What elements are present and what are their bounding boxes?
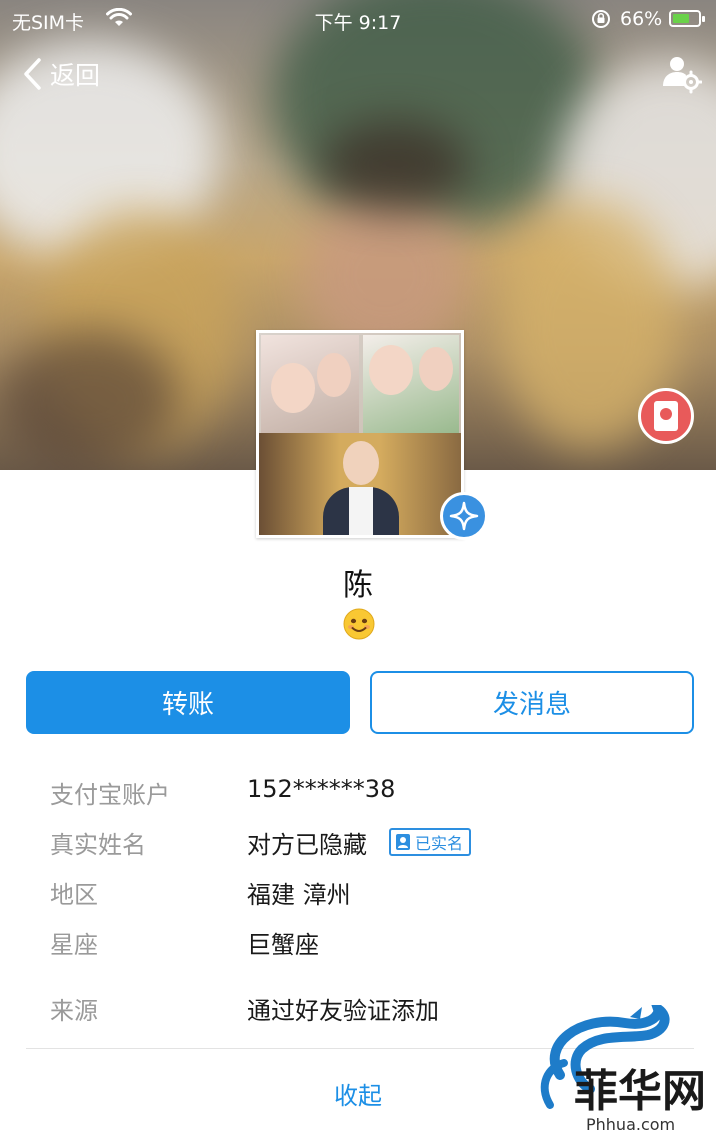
red-packet-button[interactable]: [638, 388, 694, 444]
info-value: 福建 漳州: [247, 881, 351, 909]
info-label: 真实姓名: [50, 831, 146, 859]
status-bar: 无SIM卡 下午 9:17 66%: [0, 0, 716, 38]
id-card-icon: [396, 834, 410, 850]
info-row-zodiac: 星座 巨蟹座: [0, 921, 716, 961]
chevron-left-icon: [24, 58, 41, 90]
info-row-real-name: 真实姓名 对方已隐藏 已实名: [0, 821, 716, 861]
real-name-verified-badge: 已实名: [389, 828, 472, 856]
profile-settings-icon[interactable]: [660, 52, 703, 94]
battery-percentage: 66%: [620, 8, 663, 30]
battery-charging-icon: [669, 10, 705, 27]
info-value: 通过好友验证添加: [247, 997, 439, 1025]
verified-star-icon: [440, 492, 488, 540]
info-label: 支付宝账户: [50, 781, 170, 809]
watermark-logo: 菲华网 Phhua.com: [530, 1005, 710, 1137]
red-packet-icon: [654, 401, 678, 431]
smiling-face-icon: [343, 608, 375, 640]
send-message-button[interactable]: 发消息: [370, 671, 694, 734]
avatar[interactable]: [256, 330, 464, 538]
orientation-lock-icon: [590, 9, 612, 34]
info-label: 星座: [50, 931, 98, 959]
watermark-brand: 菲华网: [574, 1066, 706, 1117]
info-label: 地区: [50, 881, 98, 909]
transfer-button[interactable]: 转账: [26, 671, 350, 734]
watermark-url: Phhua.com: [586, 1115, 676, 1134]
info-value: 巨蟹座: [247, 931, 319, 959]
back-button[interactable]: 返回: [20, 54, 100, 94]
info-value: 对方已隐藏: [247, 831, 367, 859]
info-row-alipay-account: 支付宝账户 152******38: [0, 771, 716, 811]
info-value: 152******38: [247, 775, 396, 803]
back-label: 返回: [50, 61, 101, 90]
info-row-region: 地区 福建 漳州: [0, 871, 716, 911]
real-name-badge-label: 已实名: [415, 834, 464, 853]
profile-name: 陈: [343, 568, 373, 603]
info-label: 来源: [50, 997, 98, 1025]
